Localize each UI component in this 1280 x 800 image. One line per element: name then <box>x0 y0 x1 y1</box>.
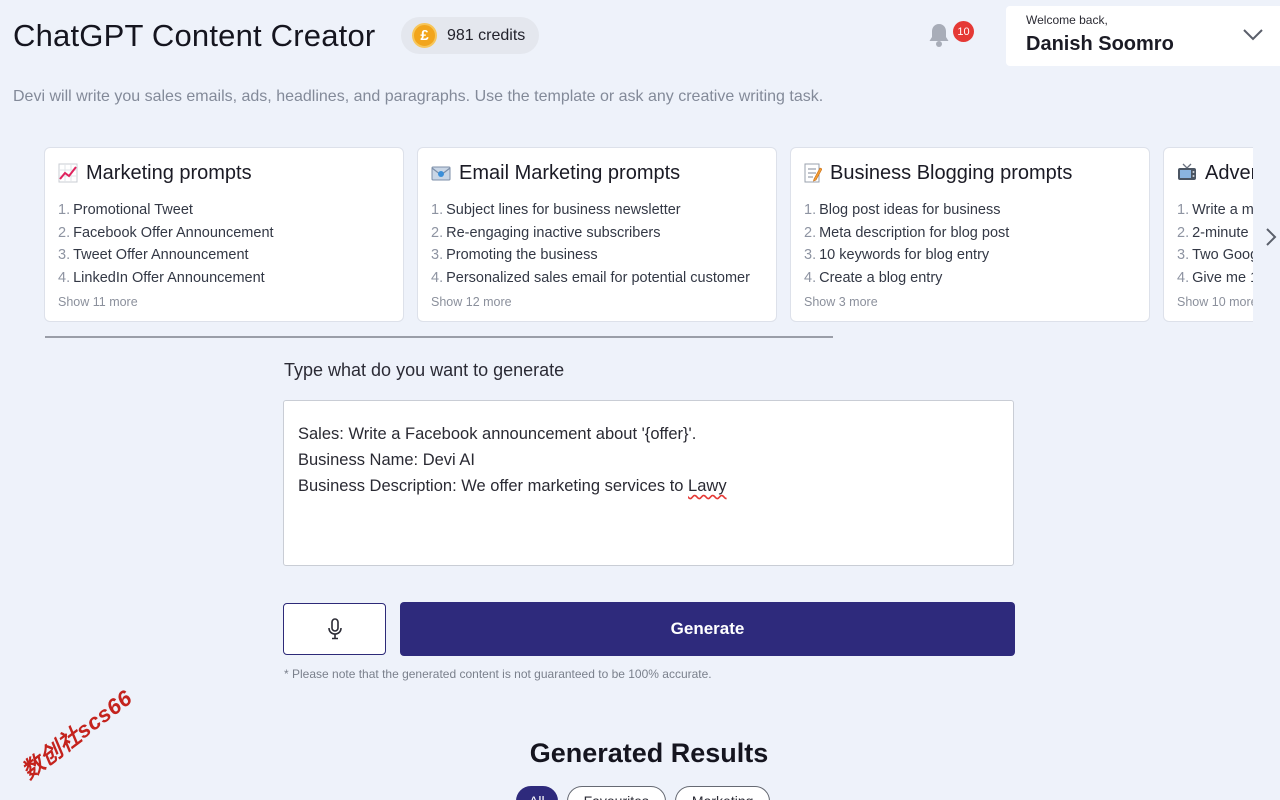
prompt-item[interactable]: 1. Subject lines for business newsletter <box>431 199 776 222</box>
pound-coin-icon: £ <box>412 23 437 48</box>
divider <box>45 336 833 338</box>
card-business-blogging-prompts[interactable]: Business Blogging prompts 1. Blog post id… <box>790 147 1150 322</box>
prompt-label: Type what do you want to generate <box>284 360 565 380</box>
tab-marketing[interactable]: Marketing <box>674 786 771 800</box>
card-title: Email Marketing prompts <box>459 161 681 184</box>
prompt-line: Business Description: We offer marketing… <box>298 477 727 495</box>
generate-button[interactable]: Generate <box>400 602 1015 656</box>
prompt-textarea[interactable]: Sales: Write a Facebook announcement abo… <box>283 400 1014 566</box>
prompt-item[interactable]: 3. Tweet Offer Announcement <box>58 244 403 267</box>
prompt-item[interactable]: 2. Meta description for blog post <box>804 222 1149 245</box>
show-more-link[interactable]: Show 10 more <box>1177 295 1253 309</box>
show-more-link[interactable]: Show 12 more <box>431 295 776 309</box>
results-title: Generated Results <box>529 738 769 768</box>
results-tabs: All Favourites Marketing <box>516 786 771 800</box>
prompt-item[interactable]: 4. Give me 1 <box>1177 267 1253 290</box>
microphone-icon <box>327 618 342 640</box>
user-menu[interactable]: Welcome back, Danish Soomro <box>1006 6 1280 66</box>
notification-badge: 10 <box>953 21 974 42</box>
tab-favourites[interactable]: Favourites <box>566 786 666 800</box>
card-advertising-prompts[interactable]: Adver 1. Write a mi 2. 2-minute 3. Two Goog… <box>1163 147 1253 322</box>
prompt-item[interactable]: 1. Blog post ideas for business <box>804 199 1149 222</box>
card-title: Adver <box>1205 161 1253 184</box>
prompt-item[interactable]: 2. Re-engaging inactive subscribers <box>431 222 776 245</box>
microphone-button[interactable] <box>283 603 386 655</box>
show-more-link[interactable]: Show 11 more <box>58 295 403 309</box>
chart-increasing-icon <box>58 163 78 183</box>
prompt-item[interactable]: 2. 2-minute <box>1177 222 1253 245</box>
accuracy-note: * Please note that the generated content… <box>284 667 712 681</box>
television-icon <box>1178 163 1196 180</box>
prompt-item[interactable]: 4. LinkedIn Offer Announcement <box>58 267 403 290</box>
prompt-item[interactable]: 4. Personalized sales email for potential… <box>431 267 776 290</box>
prompt-item[interactable]: 4. Create a blog entry <box>804 267 1149 290</box>
prompt-item[interactable]: 3. 10 keywords for blog entry <box>804 244 1149 267</box>
prompt-item[interactable]: 2. Facebook Offer Announcement <box>58 222 403 245</box>
card-title: Business Blogging prompts <box>830 161 1073 184</box>
chevron-right-icon[interactable] <box>1264 226 1278 248</box>
memo-icon <box>804 163 822 183</box>
prompt-line: Business Name: Devi AI <box>298 451 475 469</box>
prompt-item[interactable]: 1. Promotional Tweet <box>58 199 403 222</box>
page-subtitle: Devi will write you sales emails, ads, h… <box>13 88 824 105</box>
credits-pill[interactable]: £ 981 credits <box>401 17 540 54</box>
email-icon <box>431 166 451 181</box>
welcome-text: Welcome back, <box>1026 13 1108 27</box>
prompt-item[interactable]: 1. Write a mi <box>1177 199 1253 222</box>
app-title: ChatGPT Content Creator <box>13 18 376 53</box>
prompt-cards-carousel: Marketing prompts 1. Promotional Tweet 2.… <box>44 147 1253 323</box>
bell-icon[interactable] <box>927 22 951 48</box>
card-marketing-prompts[interactable]: Marketing prompts 1. Promotional Tweet 2.… <box>44 147 404 322</box>
chevron-down-icon[interactable] <box>1242 28 1264 42</box>
show-more-link[interactable]: Show 3 more <box>804 295 1149 309</box>
card-email-marketing-prompts[interactable]: Email Marketing prompts 1. Subject lines … <box>417 147 777 322</box>
prompt-item[interactable]: 3. Two Goog <box>1177 244 1253 267</box>
prompt-line: Sales: Write a Facebook announcement abo… <box>298 425 697 443</box>
card-title: Marketing prompts <box>86 161 252 184</box>
tab-all[interactable]: All <box>516 786 558 800</box>
misspelled-word: Lawy <box>688 477 727 495</box>
prompt-item[interactable]: 3. Promoting the business <box>431 244 776 267</box>
credits-label: 981 credits <box>447 26 526 44</box>
